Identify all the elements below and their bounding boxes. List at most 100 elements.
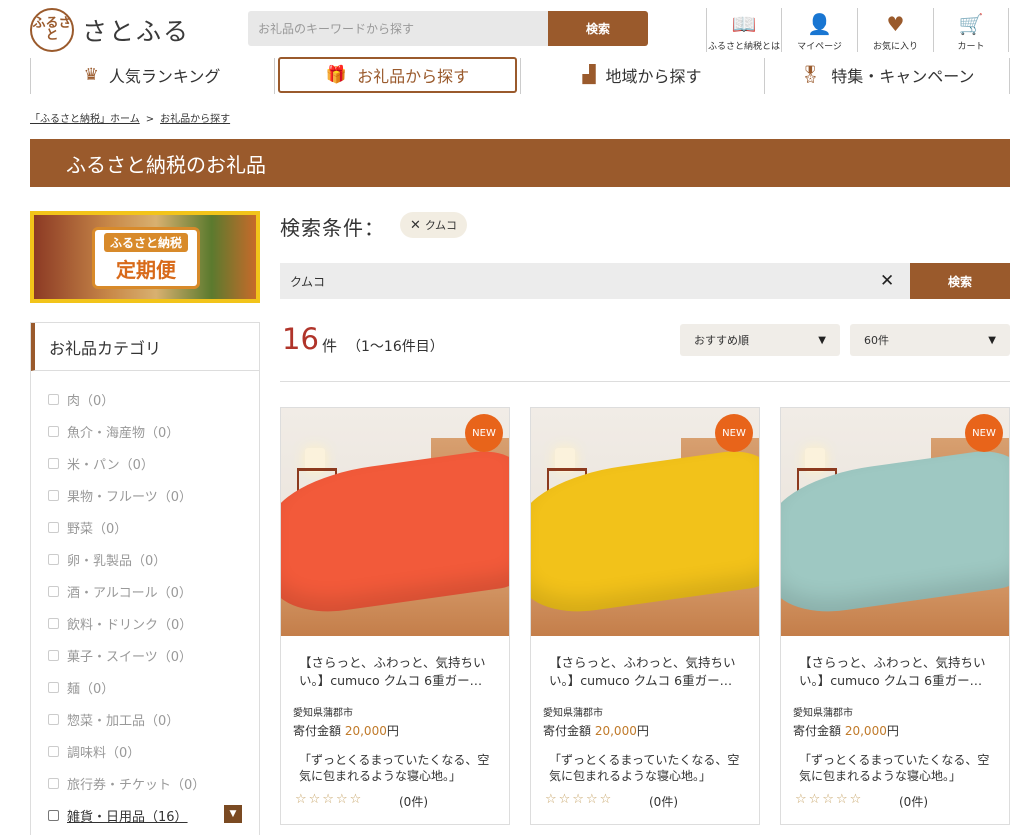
category-item[interactable]: 調味料（0） [48,742,140,761]
category-checkbox[interactable] [48,618,59,629]
header-cart-label: カート [957,42,985,52]
banner-badge: ふるさと納税 定期便 [92,227,200,289]
keyword-search-input[interactable]: クムコ [280,263,910,299]
category-label: 酒・アルコール（0） [67,586,192,601]
breadcrumb-current[interactable]: お礼品から探す [160,114,230,125]
header-about-link[interactable]: 📖 ふるさと納税とは [706,8,781,52]
category-item-goods[interactable]: 雑貨・日用品（16） [48,806,188,825]
result-count-unit: 件 [322,337,338,355]
subscription-banner[interactable]: ふるさと納税 定期便 [30,211,260,303]
category-label: 菓子・スイーツ（0） [67,650,193,665]
header-favorite-link[interactable]: ♥ お気に入り [857,8,933,52]
product-description: 「ずっとくるまっていたくなる、空気に包まれるような寝心地。」 [799,753,990,783]
price-unit: 円 [636,724,649,738]
category-item[interactable]: 旅行券・チケット（0） [48,774,205,793]
favorite-icon: ♥ [886,12,905,36]
sort-select[interactable]: おすすめ順 ▼ [680,324,840,356]
review-count: (0件) [399,795,428,809]
header-cart-link[interactable]: 🛒 カート [933,8,1009,52]
category-item[interactable]: 惣菜・加工品（0） [48,710,179,729]
category-item[interactable]: 菓子・スイーツ（0） [48,646,192,665]
result-count: 16 [282,322,319,356]
product-description: 「ずっとくるまっていたくなる、空気に包まれるような寝心地。」 [549,753,740,783]
product-card[interactable]: NEW 【さらっと、ふわっと、気持ちいい。】cumuco クムコ 6重ガー… 愛… [530,407,760,825]
category-item[interactable]: 野菜（0） [48,518,127,537]
category-checkbox[interactable] [48,650,59,661]
keyword-search-button[interactable]: 検索 [910,263,1010,299]
category-checkbox[interactable] [48,554,59,565]
product-title[interactable]: 【さらっと、ふわっと、気持ちいい。】cumuco クムコ 6重ガー… [299,654,499,690]
category-item[interactable]: 麺（0） [48,678,114,697]
category-item[interactable]: 飲料・ドリンク（0） [48,614,192,633]
search-condition-tag[interactable]: ✕ クムコ [400,212,468,238]
category-checkbox[interactable] [48,810,59,821]
category-item[interactable]: 肉（0） [48,390,114,409]
product-image[interactable]: NEW [781,408,1009,636]
category-label: 果物・フルーツ（0） [67,490,193,505]
about-icon: 📖 [731,12,757,36]
product-price: 寄付金額 20,000円 [293,722,399,739]
nav-ranking[interactable]: ♛ 人気ランキング [30,57,274,93]
per-page-select[interactable]: 60件 ▼ [850,324,1010,356]
search-condition-tag-label: クムコ [424,219,458,232]
nav-region[interactable]: ▟ 地域から探す [520,57,764,93]
mypage-icon: 👤 [807,12,832,36]
category-checkbox[interactable] [48,490,59,501]
category-label: 麺（0） [67,682,115,697]
product-title[interactable]: 【さらっと、ふわっと、気持ちいい。】cumuco クムコ 6重ガー… [549,654,749,690]
review-count: (0件) [899,795,928,809]
category-checkbox[interactable] [48,778,59,789]
category-checkbox[interactable] [48,586,59,597]
category-checkbox[interactable] [48,458,59,469]
breadcrumb-separator: > [145,114,155,125]
category-label: 雑貨・日用品（16） [67,810,188,825]
category-checkbox[interactable] [48,522,59,533]
gift-icon: 🎁 [325,65,348,85]
product-image[interactable]: NEW [531,408,759,636]
category-item[interactable]: 米・パン（0） [48,454,154,473]
banner-line2: 定期便 [116,258,176,282]
header-search-button[interactable]: 検索 [548,11,648,46]
header-mypage-link[interactable]: 👤 マイページ [781,8,857,52]
nav-campaign[interactable]: 🎖 特集・キャンペーン [764,57,1010,93]
category-label: 調味料（0） [67,746,141,761]
product-card[interactable]: NEW 【さらっと、ふわっと、気持ちいい。】cumuco クムコ 6重ガー… 愛… [780,407,1010,825]
category-item[interactable]: 卵・乳製品（0） [48,550,166,569]
header-search-field[interactable] [248,11,548,46]
nav-campaign-label: 特集・キャンペーン [831,67,975,86]
category-checkbox[interactable] [48,746,59,757]
star-rating-icon: ☆☆☆☆☆ [295,792,364,807]
category-label: 旅行券・チケット（0） [67,778,206,793]
category-item[interactable]: 果物・フルーツ（0） [48,486,192,505]
new-badge: NEW [465,414,503,452]
breadcrumb-home[interactable]: 「ふるさと納税」ホーム [30,114,140,125]
logo-mark[interactable]: ふるさと [30,8,74,52]
medal-icon: 🎖 [799,65,822,85]
category-label: 魚介・海産物（0） [67,426,180,441]
close-icon[interactable]: ✕ [410,218,421,233]
header-search-input[interactable] [248,11,548,46]
category-item[interactable]: 魚介・海産物（0） [48,422,179,441]
search-condition-label: 検索条件： [280,216,385,240]
product-card[interactable]: NEW 【さらっと、ふわっと、気持ちいい。】cumuco クムコ 6重ガー… 愛… [280,407,510,825]
star-rating-icon: ☆☆☆☆☆ [545,792,614,807]
chevron-down-icon: ▼ [229,809,237,819]
category-checkbox[interactable] [48,394,59,405]
banner-line1: ふるさと納税 [103,233,188,252]
logo-text[interactable]: さとふる [82,12,190,48]
product-region: 愛知県蒲郡市 [793,708,853,719]
clear-icon[interactable]: ✕ [880,271,894,291]
category-checkbox[interactable] [48,682,59,693]
category-checkbox[interactable] [48,714,59,725]
region-icon: ▟ [582,65,596,85]
nav-gifts[interactable]: 🎁 お礼品から探す [278,57,517,93]
category-checkbox[interactable] [48,426,59,437]
category-expand-button[interactable]: ▼ [224,805,242,823]
result-range: （1〜16件目） [347,339,444,355]
product-image[interactable]: NEW [281,408,509,636]
per-page-select-value: 60件 [864,334,889,347]
category-label: 米・パン（0） [67,458,154,473]
category-item[interactable]: 酒・アルコール（0） [48,582,192,601]
price-value: 20,000 [594,724,637,738]
product-title[interactable]: 【さらっと、ふわっと、気持ちいい。】cumuco クムコ 6重ガー… [799,654,999,690]
